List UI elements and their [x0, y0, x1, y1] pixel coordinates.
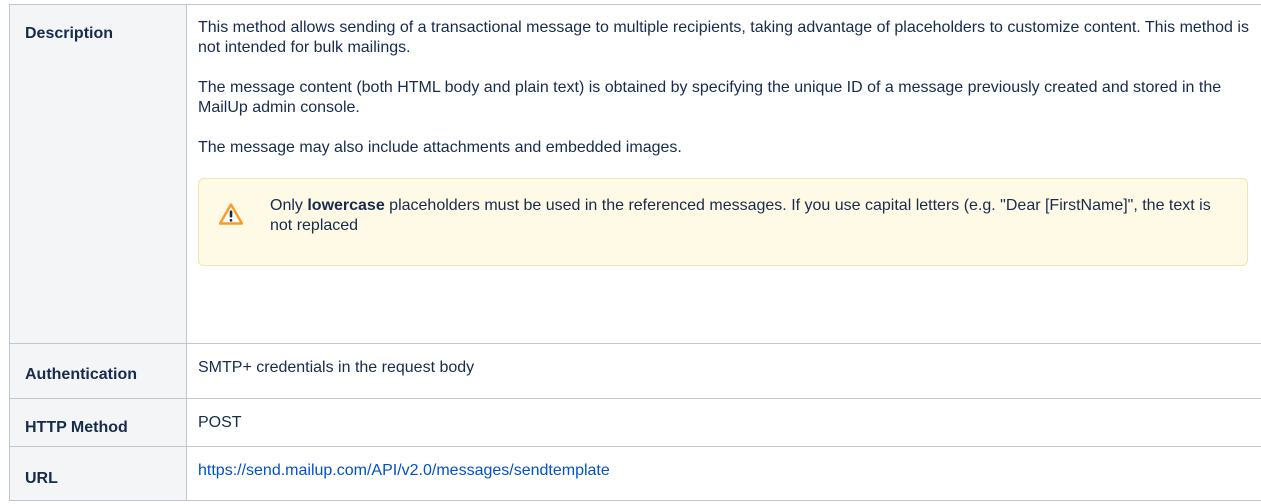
authentication-label: Authentication — [9, 343, 187, 399]
warning-text: Only lowercase placeholders must be used… — [270, 196, 1230, 236]
warning-text-after: placeholders must be used in the referen… — [270, 197, 1211, 234]
row-http-method: HTTP Method POST — [9, 398, 1261, 447]
description-cell: This method allows sending of a transact… — [186, 4, 1261, 344]
http-method-value: POST — [186, 398, 1261, 447]
properties-table: Description This method allows sending o… — [9, 4, 1261, 501]
properties-table-container: Description This method allows sending o… — [9, 4, 1261, 502]
warning-text-bold: lowercase — [307, 197, 385, 214]
warning-text-before: Only — [270, 197, 308, 214]
description-paragraph: The message content (both HTML body and … — [198, 79, 1222, 116]
row-description: Description This method allows sending o… — [9, 4, 1261, 344]
http-method-label: HTTP Method — [9, 398, 187, 447]
description-paragraph: This method allows sending of a transact… — [198, 19, 1249, 56]
url-cell: https://send.mailup.com/API/v2.0/message… — [186, 446, 1261, 501]
url-label: URL — [9, 446, 187, 501]
row-url: URL https://send.mailup.com/API/v2.0/mes… — [9, 446, 1261, 501]
authentication-value: SMTP+ credentials in the request body — [186, 343, 1261, 399]
warning-panel: Only lowercase placeholders must be used… — [198, 178, 1248, 266]
description-paragraph: The message may also include attachments… — [198, 139, 682, 156]
description-label: Description — [9, 4, 187, 344]
url-link[interactable]: https://send.mailup.com/API/v2.0/message… — [198, 462, 610, 479]
warning-icon — [218, 203, 244, 225]
row-authentication: Authentication SMTP+ credentials in the … — [9, 343, 1261, 399]
